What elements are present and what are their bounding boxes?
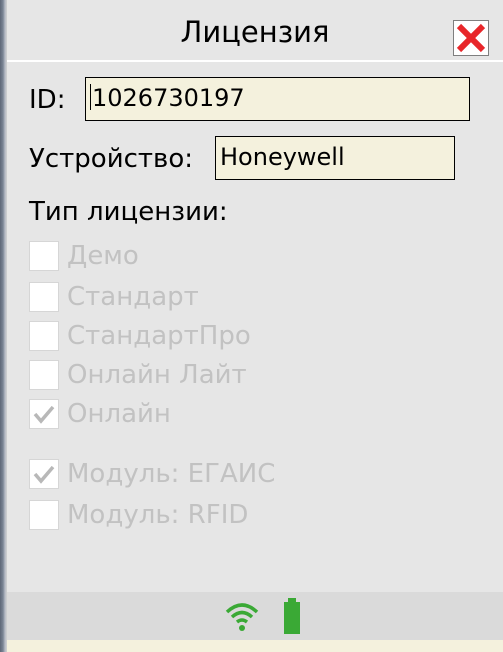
window-title: Лицензия [180,15,330,49]
license-window: Лицензия ID: 1026730197 Устройство: Hone… [0,0,503,652]
id-label: ID: [29,85,66,115]
checkbox-box[interactable] [29,459,59,489]
text-caret [90,84,91,110]
checkbox-module-egais[interactable]: Модуль: ЕГАИС [29,458,275,490]
checkbox-standard[interactable]: Стандарт [29,281,199,313]
checkbox-box[interactable] [29,282,59,312]
battery-icon [284,598,300,634]
checkmark-icon [33,465,55,484]
checkbox-online-lite[interactable]: Онлайн Лайт [29,359,247,391]
checkbox-online[interactable]: Онлайн [29,398,171,430]
device-label: Устройство: [29,144,194,174]
window-left-edge [0,0,7,652]
checkbox-box[interactable] [29,500,59,530]
checkbox-box[interactable] [29,241,59,271]
checkmark-icon [33,405,55,424]
title-bar: Лицензия [7,0,503,78]
checkbox-label: Демо [67,241,139,271]
checkbox-label: Модуль: ЕГАИС [67,459,276,489]
checkbox-box[interactable] [29,321,59,351]
checkbox-label: Стандарт [67,282,199,312]
close-x-icon [456,23,486,53]
device-value: Honeywell [220,143,345,171]
checkbox-demo[interactable]: Демо [29,240,139,272]
wifi-icon [225,603,259,631]
checkbox-module-rfid[interactable]: Модуль: RFID [29,499,248,531]
checkbox-label: Онлайн [67,399,171,429]
checkbox-box[interactable] [29,360,59,390]
checkbox-label: Онлайн Лайт [67,360,247,390]
close-button[interactable] [453,20,489,56]
checkbox-box[interactable] [29,399,59,429]
id-value: 1026730197 [92,84,245,112]
id-field[interactable]: 1026730197 [85,77,470,121]
checkbox-standard-pro[interactable]: СтандартПро [29,320,251,352]
status-bar [7,592,503,640]
title-separator [7,60,503,62]
device-field[interactable]: Honeywell [215,136,455,180]
bottom-strip [7,640,503,652]
checkbox-label: СтандартПро [67,321,251,351]
license-type-label: Тип лицензии: [29,197,228,227]
checkbox-label: Модуль: RFID [67,500,249,530]
